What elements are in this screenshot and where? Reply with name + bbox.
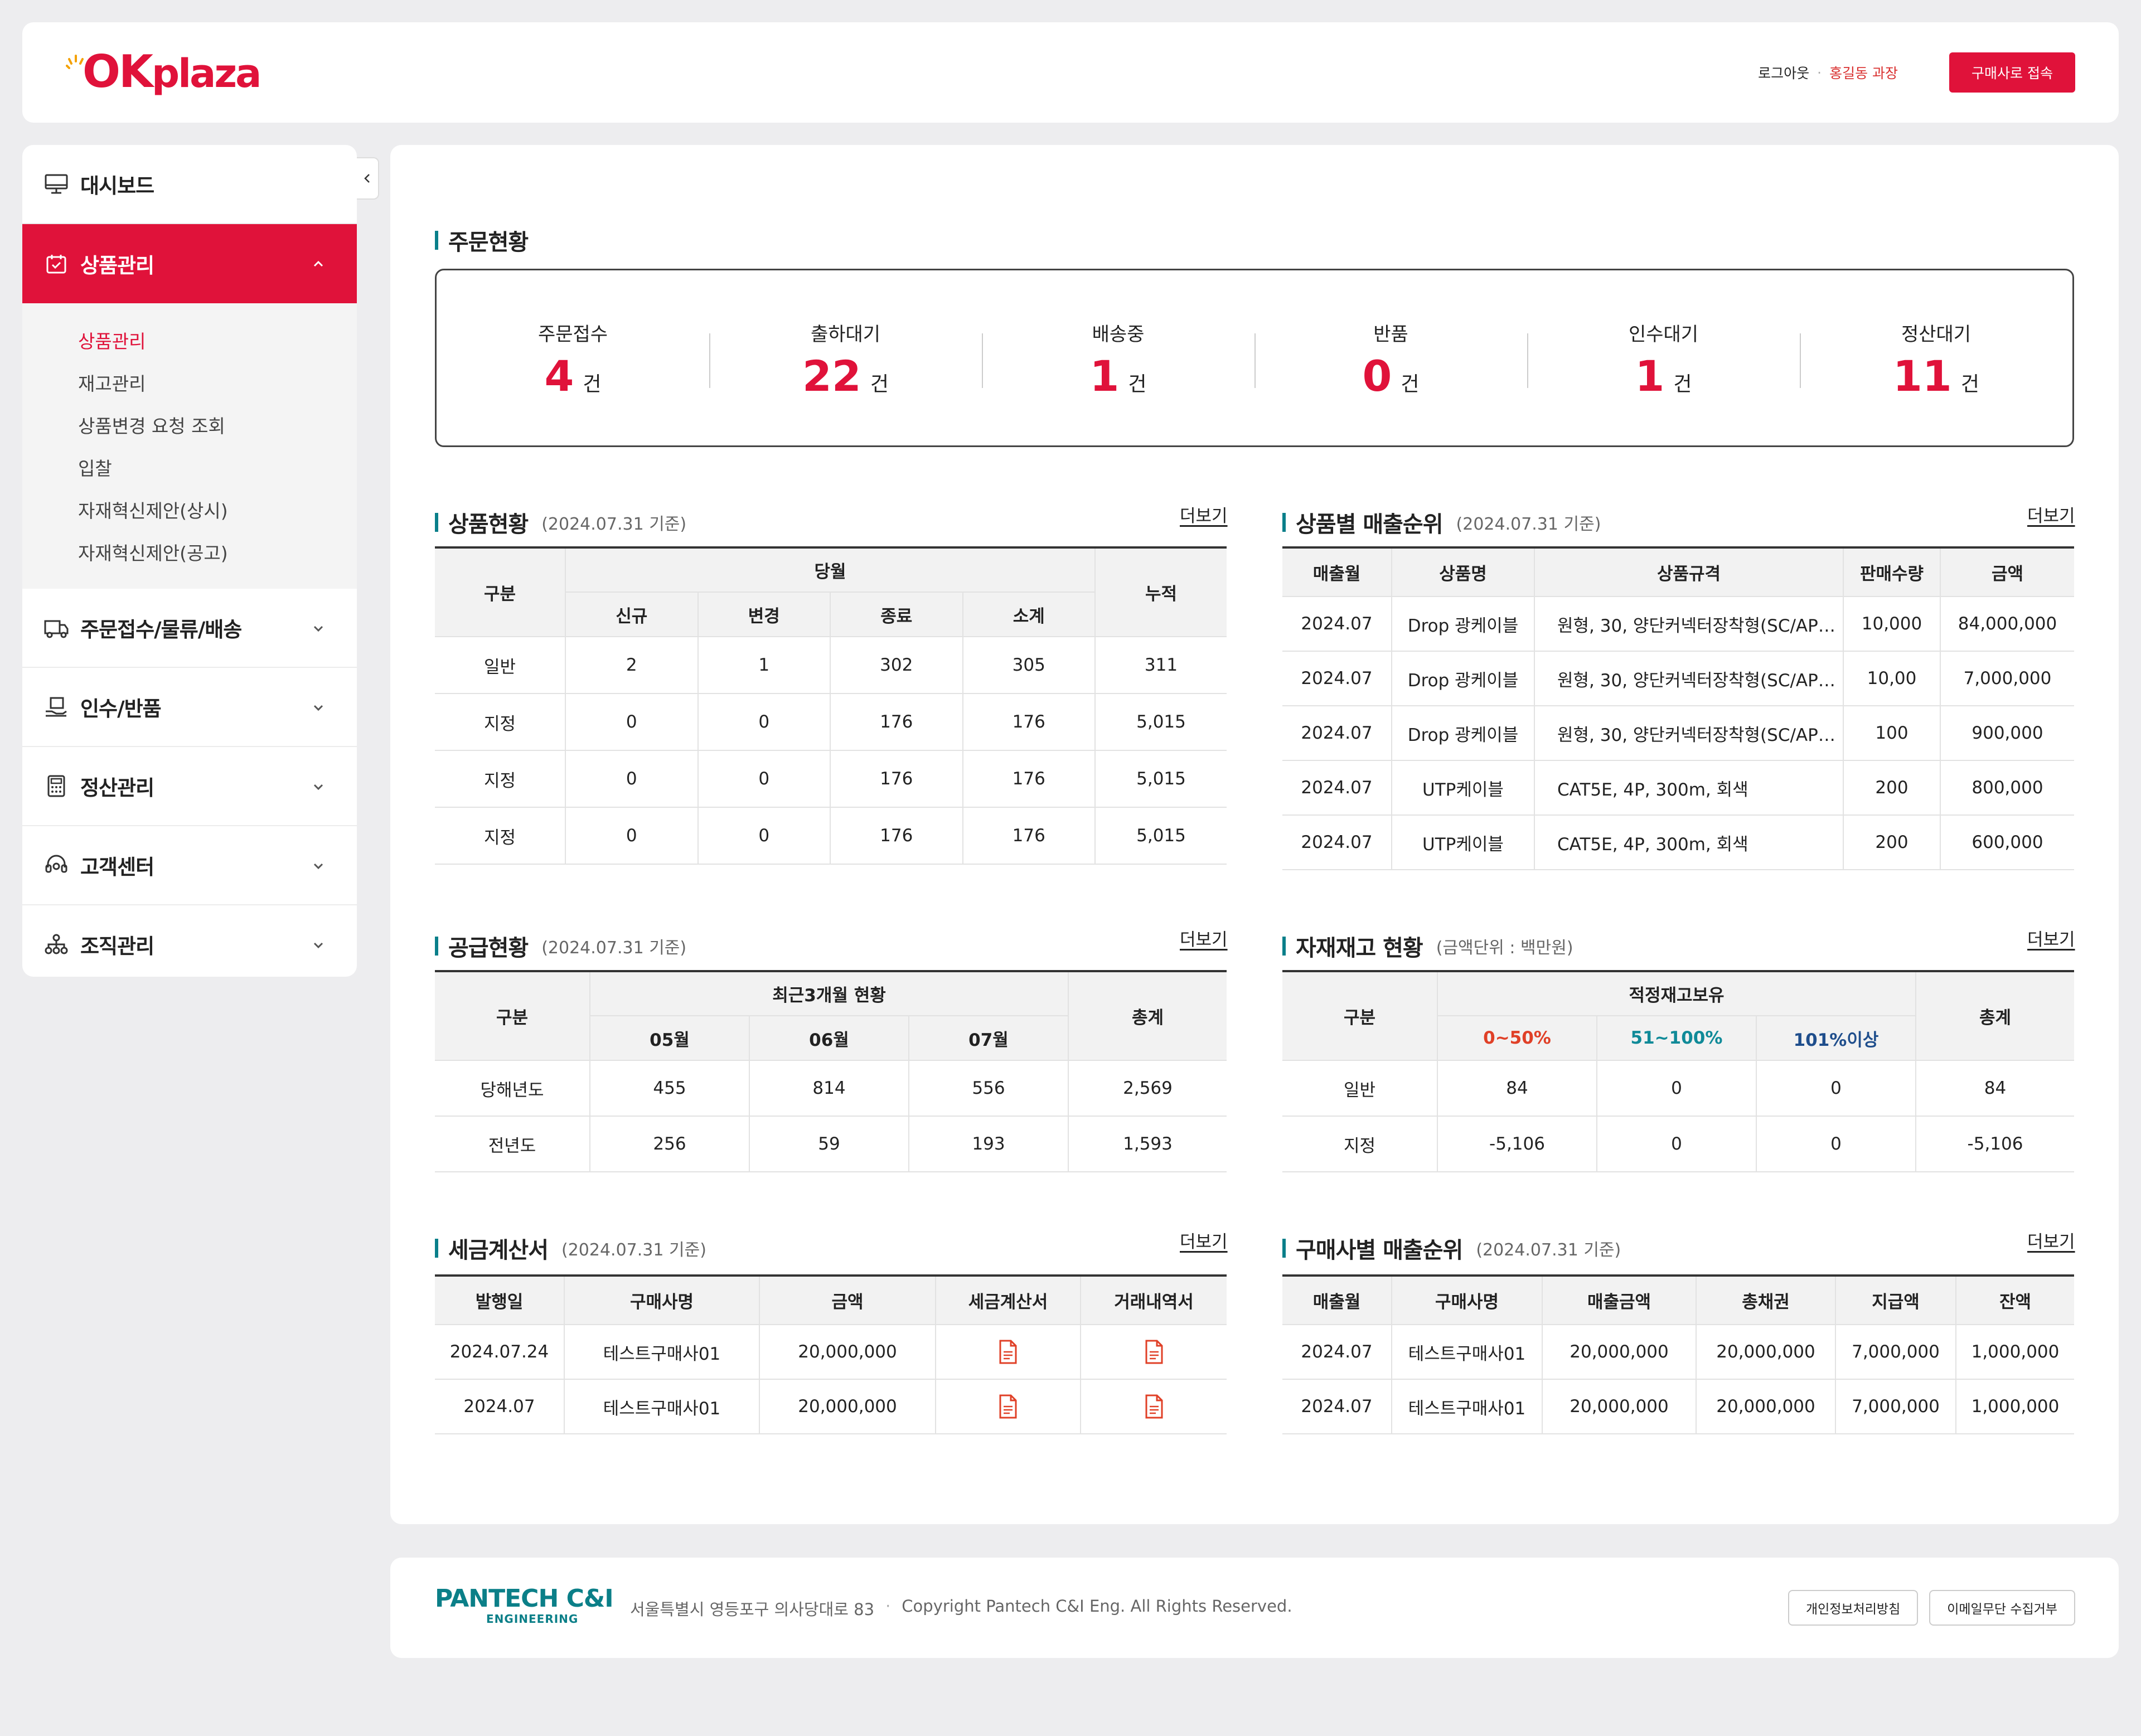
table-row: 지정 0 0 176 176 5,015 <box>435 807 1227 865</box>
table-row[interactable]: 2024.07 Drop 광케이블 원형, 30, 양단커넥터장착형(SC/APC)… <box>1282 705 2074 761</box>
monitor-icon <box>43 171 69 197</box>
submenu-item-innovation-regular[interactable]: 자재혁신제안(상시) <box>78 488 357 531</box>
sidebar: 대시보드 상품관리 상품관리 재고관리 상품변경 요청 조회 입찰 자재혁신제안… <box>22 145 357 977</box>
org-chart-icon <box>43 932 69 957</box>
chevron-down-icon <box>313 784 323 791</box>
table-row[interactable]: 2024.07 테스트구매사01 20,000,000 20,000,000 7,000… <box>1282 1379 2074 1434</box>
table-row: 지정 0 0 176 176 5,015 <box>435 693 1227 751</box>
dashboard-main: 주문현황 주문접수 4건 출하대기 22 건 배송중 1건 반품 0건 인수대기 … <box>390 145 2119 1524</box>
document-icon[interactable] <box>997 1340 1019 1364</box>
buyer-sales-more-link[interactable]: 더보기 <box>2027 1228 2075 1253</box>
chevron-down-icon <box>313 863 323 870</box>
sidebar-item-returns[interactable]: 인수/반품 <box>22 668 357 747</box>
footer: PANTECH C&I ENGINEERING 서울특별시 영등포구 의사당대로… <box>390 1558 2119 1658</box>
document-icon[interactable] <box>1144 1340 1165 1364</box>
logout-link[interactable]: 로그아웃 <box>1758 62 1809 83</box>
sidebar-item-products[interactable]: 상품관리 <box>22 224 357 303</box>
separator: · <box>1817 64 1822 81</box>
table-row: 일반 2 1 302 305 311 <box>435 636 1227 694</box>
document-icon[interactable] <box>997 1394 1019 1419</box>
submenu-item-inventory[interactable]: 재고관리 <box>78 361 357 404</box>
sidebar-item-label: 조직관리 <box>80 934 154 958</box>
sidebar-item-label: 고객센터 <box>80 855 154 879</box>
order-stat[interactable]: 주문접수 4건 <box>437 319 709 397</box>
table-row: 지정 0 0 176 176 5,015 <box>435 750 1227 808</box>
product-status-title: 상품현황 (2024.07.31 기준) <box>435 506 686 539</box>
inventory-status-table: 구분 적정재고보유 총계 0~50% 51~100% 101%이상 일반 84 0 0… <box>1282 970 2074 1172</box>
table-row[interactable]: 2024.07 UTP케이블 CAT5E, 4P, 300m, 회색 200 600,0… <box>1282 814 2074 870</box>
product-sales-more-link[interactable]: 더보기 <box>2027 502 2075 527</box>
buyer-access-button[interactable]: 구매사로 접속 <box>1949 52 2075 93</box>
chevron-down-icon <box>313 942 323 949</box>
email-refusal-button[interactable]: 이메일무단 수집거부 <box>1929 1590 2075 1626</box>
headset-icon <box>43 852 69 878</box>
table-row[interactable]: 2024.07 UTP케이블 CAT5E, 4P, 300m, 회색 200 800,0… <box>1282 760 2074 816</box>
tax-invoice-table: 발행일 구매사명 금액 세금계산서 거래내역서 2024.07.24 테스트구매사01 20… <box>435 1274 1227 1434</box>
table-row: 전년도 256 59 193 1,593 <box>435 1116 1227 1172</box>
order-stat[interactable]: 출하대기 22 건 <box>709 319 982 397</box>
document-icon[interactable] <box>1144 1394 1165 1419</box>
table-row: 지정 -5,106 0 0 -5,106 <box>1282 1116 2074 1172</box>
sidebar-item-dashboard[interactable]: 대시보드 <box>22 145 357 224</box>
sidebar-item-label: 대시보드 <box>80 174 154 198</box>
user-name[interactable]: 홍길동 과장 <box>1829 62 1898 83</box>
supply-status-title: 공급현황 (2024.07.31 기준) <box>435 930 686 962</box>
table-row[interactable]: 2024.07 Drop 광케이블 원형, 30, 양단커넥터장착형(SC/APC)… <box>1282 651 2074 706</box>
chevron-up-icon <box>313 260 323 267</box>
buyer-sales-title: 구매사별 매출순위 (2024.07.31 기준) <box>1282 1232 1621 1264</box>
submenu-item-bidding[interactable]: 입찰 <box>78 446 357 488</box>
chevron-down-icon <box>313 625 323 632</box>
product-status-table: 구분 당월 누적 신규 변경 종료 소계 일반 2 1 302 305 311 지정 0 0 1… <box>435 546 1227 865</box>
inventory-status-more-link[interactable]: 더보기 <box>2027 925 2075 951</box>
supply-status-more-link[interactable]: 더보기 <box>1180 925 1228 951</box>
table-row[interactable]: 2024.07 Drop 광케이블 원형, 30, 양단커넥터장착형(SC/APC)… <box>1282 596 2074 652</box>
supply-status-table: 구분 최근3개월 현황 총계 05월 06월 07월 당해년도 455 814 556… <box>435 970 1227 1172</box>
sidebar-item-label: 주문접수/물류/배송 <box>80 618 242 642</box>
table-row: 일반 84 0 0 84 <box>1282 1060 2074 1117</box>
order-stat[interactable]: 인수대기 1건 <box>1527 319 1800 397</box>
calendar-box-icon <box>43 251 69 277</box>
sidebar-item-customer-center[interactable]: 고객센터 <box>22 826 357 905</box>
sidebar-item-label: 정산관리 <box>80 776 154 800</box>
tax-invoice-more-link[interactable]: 더보기 <box>1180 1228 1228 1253</box>
sidebar-item-label: 인수/반품 <box>80 697 162 721</box>
okplaza-logo[interactable]: OKplaza <box>66 46 261 98</box>
privacy-policy-button[interactable]: 개인정보처리방침 <box>1788 1590 1919 1626</box>
truck-icon <box>43 615 69 641</box>
sidebar-item-organization[interactable]: 조직관리 <box>22 905 357 977</box>
product-sales-table: 매출월 상품명 상품규격 판매수량 금액 2024.07 Drop 광케이블 원형, 30,… <box>1282 546 2074 870</box>
products-submenu: 상품관리 재고관리 상품변경 요청 조회 입찰 자재혁신제안(상시) 자재혁신제… <box>22 303 357 589</box>
chevron-down-icon <box>313 705 323 711</box>
sidebar-item-settlement[interactable]: 정산관리 <box>22 747 357 826</box>
chevron-left-icon <box>364 174 370 183</box>
footer-copyright: Copyright Pantech C&I Eng. All Rights Re… <box>902 1597 1292 1616</box>
top-header: OKplaza 로그아웃 · 홍길동 과장 구매사로 접속 <box>22 22 2119 123</box>
order-stat[interactable]: 정산대기 11 건 <box>1800 319 2072 397</box>
submenu-item-change-requests[interactable]: 상품변경 요청 조회 <box>78 404 357 446</box>
sidebar-item-orders[interactable]: 주문접수/물류/배송 <box>22 589 357 668</box>
submenu-item-innovation-notice[interactable]: 자재혁신제안(공고) <box>78 531 357 573</box>
sidebar-item-label: 상품관리 <box>80 254 154 278</box>
submenu-item-products[interactable]: 상품관리 <box>78 319 357 361</box>
table-row: 2024.07.24 테스트구매사01 20,000,000 <box>435 1324 1227 1380</box>
order-stat[interactable]: 반품 0건 <box>1254 319 1527 397</box>
tax-invoice-title: 세금계산서 (2024.07.31 기준) <box>435 1232 706 1264</box>
table-row: 2024.07 테스트구매사01 20,000,000 <box>435 1379 1227 1434</box>
footer-address: 서울특별시 영등포구 의사당대로 83 <box>630 1600 875 1619</box>
product-status-more-link[interactable]: 더보기 <box>1180 502 1228 527</box>
order-status-panel: 주문접수 4건 출하대기 22 건 배송중 1건 반품 0건 인수대기 1건 정산… <box>435 269 2074 447</box>
footer-info: 서울특별시 영등포구 의사당대로 83 · Copyright Pantech … <box>630 1597 1292 1619</box>
inventory-status-title: 자재재고 현황 (금액단위 : 백만원) <box>1282 930 1573 962</box>
sidebar-collapse-button[interactable] <box>357 157 379 200</box>
pantech-logo: PANTECH C&I ENGINEERING <box>435 1584 614 1626</box>
logo-wordmark: OKplaza <box>83 46 261 98</box>
table-row[interactable]: 2024.07 테스트구매사01 20,000,000 20,000,000 7,000… <box>1282 1324 2074 1380</box>
order-stat[interactable]: 배송중 1건 <box>982 319 1254 397</box>
calculator-icon <box>43 773 69 799</box>
hand-box-icon <box>43 694 69 720</box>
table-row: 당해년도 455 814 556 2,569 <box>435 1060 1227 1117</box>
order-status-title: 주문현황 <box>435 224 529 256</box>
product-sales-title: 상품별 매출순위 (2024.07.31 기준) <box>1282 506 1601 539</box>
buyer-sales-table: 매출월 구매사명 매출금액 총채권 지급액 잔액 2024.07 테스트구매사01 20,00… <box>1282 1274 2074 1434</box>
